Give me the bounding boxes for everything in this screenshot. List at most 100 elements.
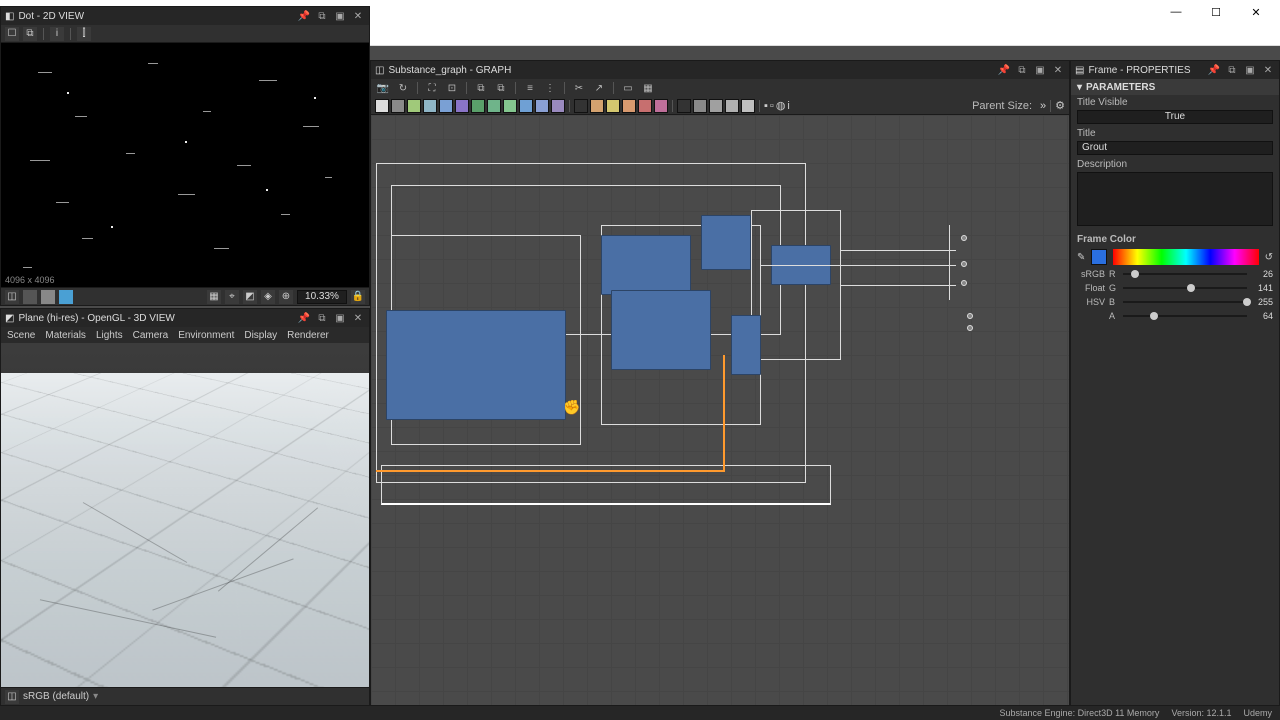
camera-icon[interactable]: 📷 — [375, 81, 391, 95]
maximize-icon[interactable]: ▣ — [333, 9, 347, 23]
atomic-node-7[interactable] — [471, 99, 485, 113]
cut-icon[interactable]: ✂ — [571, 81, 587, 95]
export-icon[interactable]: ↗ — [591, 81, 607, 95]
node-b-icon[interactable]: ▫ — [770, 100, 774, 112]
menu-renderer[interactable]: Renderer — [287, 330, 329, 341]
maximize-icon[interactable]: ▣ — [333, 311, 347, 325]
window-minimize-button[interactable]: — — [1156, 2, 1196, 22]
atomic-node-10[interactable] — [519, 99, 533, 113]
pin-icon[interactable]: 📌 — [1207, 63, 1221, 77]
node-c-icon[interactable]: ◍ — [776, 99, 786, 112]
output-port[interactable] — [961, 261, 967, 267]
atomic-node-2[interactable] — [391, 99, 405, 113]
bg-dark-icon[interactable] — [23, 290, 37, 304]
atomic-node-13[interactable] — [574, 99, 588, 113]
atomic-node-18[interactable] — [654, 99, 668, 113]
layer-icon[interactable]: ◫ — [5, 690, 19, 704]
graph-frame-d[interactable] — [751, 210, 841, 360]
output-port[interactable] — [961, 280, 967, 286]
atomic-node-4[interactable] — [423, 99, 437, 113]
grid-icon[interactable]: ▦ — [640, 81, 656, 95]
menu-materials[interactable]: Materials — [45, 330, 86, 341]
histogram-icon[interactable]: ⫿ — [77, 27, 91, 41]
color-swatch[interactable] — [1091, 249, 1107, 265]
atomic-node-5[interactable] — [439, 99, 453, 113]
mode-float[interactable]: Float — [1077, 283, 1105, 293]
menu-scene[interactable]: Scene — [7, 330, 35, 341]
atomic-node-11[interactable] — [535, 99, 549, 113]
link2-icon[interactable]: ⧉ — [493, 81, 509, 95]
node-a-icon[interactable]: ▪ — [764, 100, 768, 112]
atomic-node-17[interactable] — [638, 99, 652, 113]
eyedropper-icon[interactable]: ✎ — [1077, 252, 1085, 263]
panel-graph-header[interactable]: ◫ Substance_graph - GRAPH 📌 ⧉ ▣ ✕ — [371, 61, 1069, 79]
bg-color-icon[interactable] — [59, 290, 73, 304]
graph-node[interactable] — [601, 235, 691, 295]
atomic-node-8[interactable] — [487, 99, 501, 113]
atomic-node-19[interactable] — [677, 99, 691, 113]
menu-environment[interactable]: Environment — [178, 330, 234, 341]
close-icon[interactable]: ✕ — [1261, 63, 1275, 77]
pin-icon[interactable]: 📌 — [997, 63, 1011, 77]
mode-srgb[interactable]: sRGB — [1077, 269, 1105, 279]
undock-icon[interactable]: ⧉ — [1225, 63, 1239, 77]
menu-lights[interactable]: Lights — [96, 330, 123, 341]
graph-node[interactable] — [701, 215, 751, 270]
align-h-icon[interactable]: ≡ — [522, 81, 538, 95]
output-port[interactable] — [961, 235, 967, 241]
atomic-node-16[interactable] — [622, 99, 636, 113]
snap-icon[interactable]: ⌖ — [225, 290, 239, 304]
info-bar-icon[interactable]: i — [787, 100, 789, 112]
window-close-button[interactable]: ✕ — [1236, 2, 1276, 22]
mirror-icon[interactable]: ⊕ — [279, 290, 293, 304]
zoom-1-icon[interactable]: ⊡ — [444, 81, 460, 95]
settings-icon[interactable]: ⚙ — [1055, 99, 1065, 112]
graph-node[interactable] — [611, 290, 711, 370]
menu-display[interactable]: Display — [244, 330, 277, 341]
panel-properties-header[interactable]: ▤ Frame - PROPERTIES 📌 ⧉ ▣ ✕ — [1071, 61, 1279, 79]
atomic-node-15[interactable] — [606, 99, 620, 113]
overlay-icon[interactable]: ◈ — [261, 290, 275, 304]
mode-hsv[interactable]: HSV — [1077, 297, 1105, 307]
title-input[interactable]: Grout — [1077, 141, 1273, 155]
layer-icon[interactable]: ◫ — [5, 290, 19, 304]
section-parameters[interactable]: ▾ PARAMETERS — [1071, 79, 1279, 95]
undock-icon[interactable]: ⧉ — [315, 9, 329, 23]
undock-icon[interactable]: ⧉ — [315, 311, 329, 325]
atomic-node-20[interactable] — [693, 99, 707, 113]
channel-a-slider[interactable] — [1123, 315, 1247, 317]
frame-icon[interactable]: ▭ — [620, 81, 636, 95]
atomic-node-6[interactable] — [455, 99, 469, 113]
bg-mid-icon[interactable] — [41, 290, 55, 304]
align-v-icon[interactable]: ⋮ — [542, 81, 558, 95]
atomic-node-9[interactable] — [503, 99, 517, 113]
atomic-node-1[interactable] — [375, 99, 389, 113]
info-icon[interactable]: i — [50, 27, 64, 41]
panel-3d-header[interactable]: ◩ Plane (hi-res) - OpenGL - 3D VIEW 📌 ⧉ … — [1, 309, 369, 327]
grid-icon[interactable]: ▦ — [207, 290, 221, 304]
atomic-node-3[interactable] — [407, 99, 421, 113]
maximize-icon[interactable]: ▣ — [1243, 63, 1257, 77]
graph-node[interactable] — [731, 315, 761, 375]
menu-camera[interactable]: Camera — [133, 330, 169, 341]
close-icon[interactable]: ✕ — [351, 9, 365, 23]
reset-color-icon[interactable]: ↺ — [1265, 252, 1273, 263]
color-spectrum[interactable] — [1113, 249, 1258, 265]
copy-icon[interactable]: ⧉ — [23, 27, 37, 41]
panel-3d-viewport[interactable]: ☼ — [1, 343, 369, 687]
colorspace-dropdown[interactable]: sRGB (default) — [23, 691, 89, 702]
title-visible-dropdown[interactable]: True — [1077, 110, 1273, 124]
zoom-input[interactable]: 10.33% — [297, 290, 347, 304]
undock-icon[interactable]: ⧉ — [1015, 63, 1029, 77]
channel-b-slider[interactable] — [1123, 301, 1247, 303]
lock-icon[interactable]: 🔒 — [351, 290, 365, 304]
atomic-node-23[interactable] — [741, 99, 755, 113]
atomic-node-22[interactable] — [725, 99, 739, 113]
close-icon[interactable]: ✕ — [1051, 63, 1065, 77]
link-icon[interactable]: ⧉ — [473, 81, 489, 95]
refresh-icon[interactable]: ↻ — [395, 81, 411, 95]
pin-icon[interactable]: 📌 — [297, 311, 311, 325]
save-icon[interactable]: ☐ — [5, 27, 19, 41]
atomic-node-12[interactable] — [551, 99, 565, 113]
channel-g-slider[interactable] — [1123, 287, 1247, 289]
